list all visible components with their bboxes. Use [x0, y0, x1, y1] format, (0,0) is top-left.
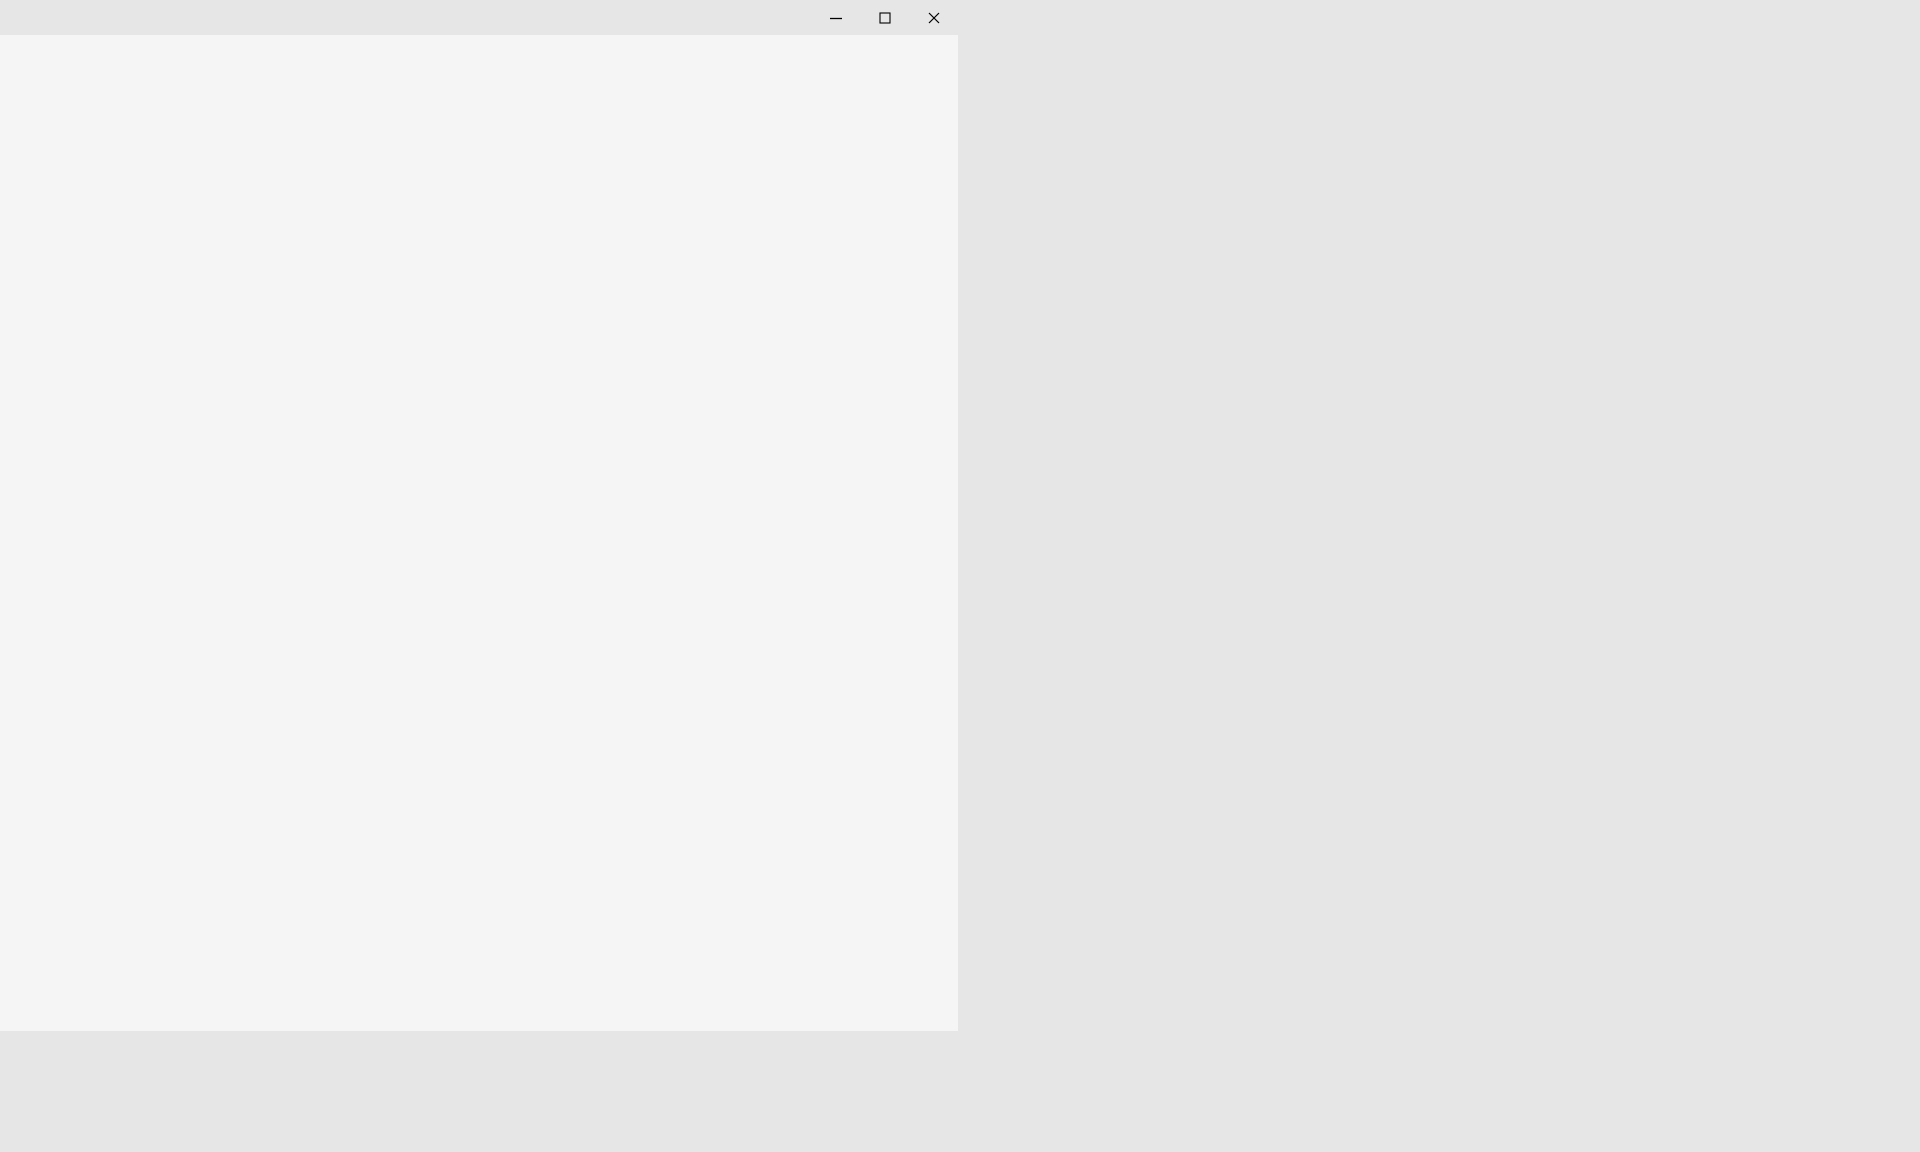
minimize-button[interactable]	[811, 0, 860, 35]
caption-buttons	[811, 0, 958, 35]
close-icon	[928, 12, 939, 23]
maximize-button[interactable]	[860, 0, 909, 35]
close-button[interactable]	[909, 0, 958, 35]
maximize-icon	[878, 11, 891, 24]
window-titlebar[interactable]	[0, 0, 958, 35]
minimize-icon	[829, 17, 842, 19]
window-content-area	[0, 35, 958, 1031]
desktop-background	[0, 0, 1920, 1152]
